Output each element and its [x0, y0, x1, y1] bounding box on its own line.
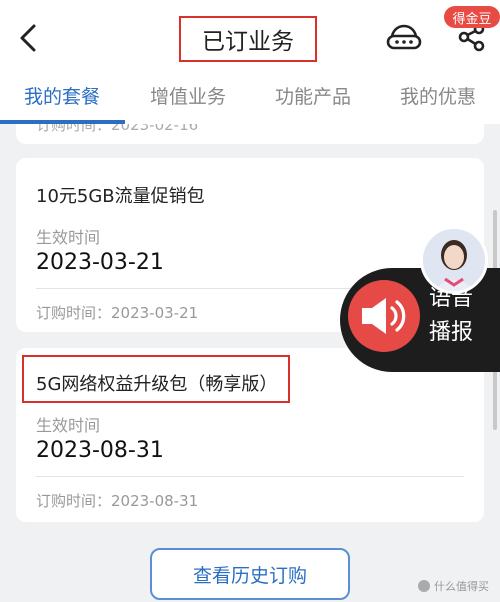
order-time: 订购时间：2023-02-16 [36, 124, 199, 134]
top-bar: 已订业务 得金豆 [0, 0, 500, 72]
title-highlight-box: 已订业务 [179, 16, 317, 62]
page-title: 已订业务 [202, 29, 294, 55]
speaker-icon [362, 298, 406, 334]
voice-label-line2: 播报 [429, 320, 474, 345]
package-name-highlight-box [22, 355, 290, 403]
divider [36, 476, 464, 477]
tab-my-plan[interactable]: 我的套餐 [24, 82, 100, 109]
effective-date: 2023-08-31 [36, 438, 164, 463]
tab-my-offers[interactable]: 我的优惠 [400, 82, 476, 109]
effective-date: 2023-03-21 [36, 250, 164, 275]
back-icon[interactable] [14, 18, 46, 58]
order-time: 订购时间：2023-03-21 [36, 304, 199, 322]
assistant-avatar[interactable] [420, 226, 488, 294]
list-item: 订购时间：2023-02-16 [16, 124, 484, 144]
customer-service-icon[interactable] [384, 18, 424, 54]
tab-value-added[interactable]: 增值业务 [150, 82, 226, 109]
watermark-text: 什么值得买 [434, 580, 489, 593]
jindou-badge[interactable]: 得金豆 [444, 6, 500, 28]
tab-features[interactable]: 功能产品 [275, 82, 351, 109]
effective-label: 生效时间 [36, 416, 101, 435]
effective-label: 生效时间 [36, 228, 101, 247]
tab-bar: 我的套餐 增值业务 功能产品 我的优惠 [0, 72, 500, 124]
order-time: 订购时间：2023-08-31 [36, 492, 199, 510]
voice-broadcast-button[interactable] [348, 280, 420, 352]
view-history-button[interactable]: 查看历史订购 [150, 548, 350, 600]
watermark-logo-icon [418, 580, 430, 592]
package-name: 10元5GB流量促销包 [36, 186, 205, 207]
